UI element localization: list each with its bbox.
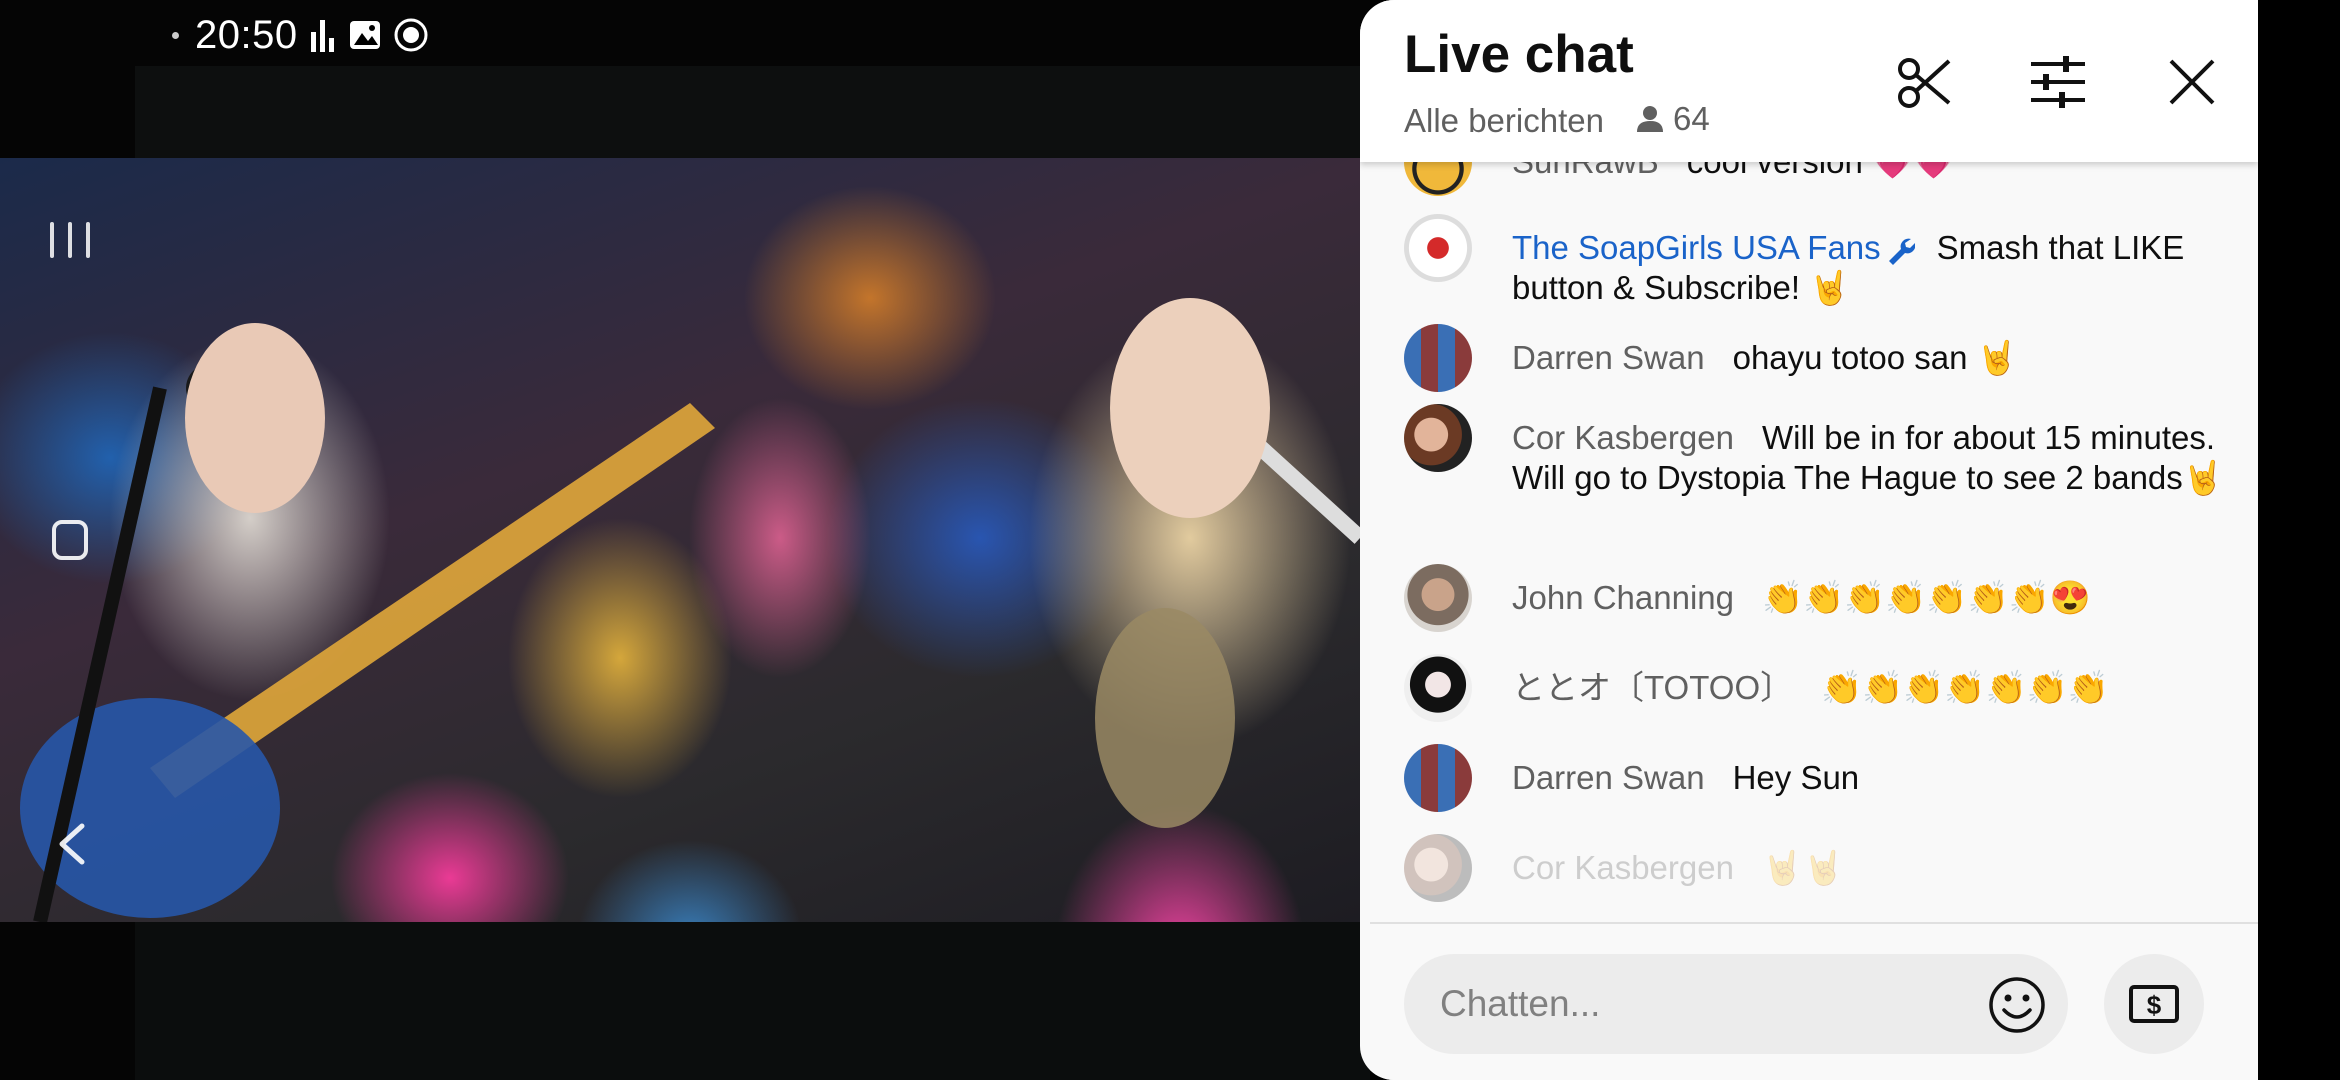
- message-author[interactable]: Cor Kasbergen: [1512, 419, 1734, 456]
- signal-bars-icon: [310, 20, 334, 52]
- avatar: [1404, 324, 1472, 392]
- chat-input[interactable]: [1438, 982, 1962, 1026]
- chat-input-container[interactable]: [1404, 954, 2068, 1054]
- message-body: Cor Kasbergen Will be in for about 15 min…: [1512, 404, 2224, 498]
- avatar: [1404, 564, 1472, 632]
- message-author[interactable]: SunRawB: [1512, 162, 1659, 180]
- message-body: Darren Swan ohayu totoo san 🤘: [1512, 324, 2224, 378]
- message-body: Cor Kasbergen 🤘🤘: [1512, 834, 2224, 888]
- chat-message[interactable]: SunRawB cool version 💗💗: [1404, 162, 2224, 196]
- message-body: John Channing 👏👏👏👏👏👏👏😍: [1512, 564, 2224, 618]
- message-author[interactable]: Darren Swan: [1512, 759, 1705, 796]
- cell-signal-icon: [2046, 20, 2068, 50]
- message-body: SunRawB cool version 💗💗: [1512, 162, 2224, 182]
- money-icon: $: [2129, 985, 2179, 1023]
- message-text: 🤘🤘: [1761, 849, 1845, 886]
- video-top-bar: [135, 66, 1370, 158]
- message-body: ととオ〔TOTOO〕 👏👏👏👏👏👏👏: [1512, 654, 2224, 708]
- sliders-icon: [2031, 56, 2085, 108]
- chat-message[interactable]: Cor Kasbergen Will be in for about 15 min…: [1404, 404, 2224, 498]
- message-text: 👏👏👏👏👏👏👏: [1821, 669, 2109, 706]
- avatar: [1404, 404, 1472, 472]
- person-icon: [1637, 106, 1663, 132]
- chat-message[interactable]: Darren Swan Hey Sun: [1404, 744, 2224, 812]
- message-author[interactable]: John Channing: [1512, 579, 1734, 616]
- chat-filter-dropdown[interactable]: Alle berichten: [1404, 102, 1604, 140]
- message-text: cool version 💗💗: [1687, 162, 1954, 180]
- viewer-count: 64: [1635, 100, 1710, 138]
- recent-apps-button[interactable]: [48, 218, 92, 262]
- viewer-count-text: 64: [1673, 100, 1710, 137]
- message-body: Darren Swan Hey Sun: [1512, 744, 2224, 798]
- chat-message[interactable]: ととオ〔TOTOO〕 👏👏👏👏👏👏👏: [1404, 654, 2224, 722]
- status-bar-right: 47%: [1890, 10, 2196, 60]
- gallery-icon: [349, 21, 380, 49]
- avatar: [1404, 834, 1472, 902]
- svg-text:$: $: [2147, 990, 2162, 1020]
- wrench-icon: [1888, 238, 1915, 266]
- live-video-frame[interactable]: [0, 158, 1360, 922]
- chat-message[interactable]: Cor Kasbergen 🤘🤘: [1404, 834, 2224, 902]
- emoji-icon[interactable]: [1988, 976, 2046, 1034]
- key-icon: [1890, 26, 1926, 44]
- avatar: [1404, 214, 1472, 282]
- message-text: ohayu totoo san 🤘: [1732, 339, 2018, 376]
- avatar: [1404, 654, 1472, 722]
- chat-message[interactable]: The SoapGirls USA Fans Smash that LIKE bu…: [1404, 214, 2224, 308]
- avatar: [1404, 162, 1472, 196]
- live-chat-panel: Live chat Alle berichten 64 The SoapGirl…: [1360, 0, 2258, 1080]
- chat-message[interactable]: John Channing 👏👏👏👏👏👏👏😍: [1404, 564, 2224, 632]
- message-author[interactable]: Darren Swan: [1512, 339, 1705, 376]
- status-time: 20:50: [195, 12, 298, 57]
- chat-footer: $: [1370, 922, 2258, 1080]
- vpn-icon: [394, 18, 428, 52]
- video-player[interactable]: [0, 0, 1370, 1080]
- scissors-icon: [1898, 58, 1951, 108]
- message-text: Hey Sun: [1732, 759, 1860, 796]
- home-button[interactable]: [52, 520, 88, 560]
- chat-message[interactable]: Darren Swan ohayu totoo san 🤘: [1404, 324, 2224, 392]
- battery-percent: 47%: [2084, 13, 2161, 56]
- chat-message-list[interactable]: SunRawB cool version 💗💗 The SoapGirls USA…: [1360, 162, 2258, 920]
- alarm-icon: [1943, 18, 1975, 51]
- message-body: The SoapGirls USA Fans Smash that LIKE bu…: [1512, 214, 2224, 308]
- status-bar-left: 20:50: [172, 10, 428, 60]
- super-chat-button[interactable]: $: [2104, 954, 2204, 1054]
- message-author[interactable]: ととオ〔TOTOO〕: [1512, 669, 1793, 706]
- video-scene: [20, 298, 1360, 922]
- avatar: [1404, 744, 1472, 812]
- wifi-icon: [1990, 20, 2030, 51]
- message-text: 👏👏👏👏👏👏👏😍: [1762, 579, 2091, 616]
- message-author[interactable]: The SoapGirls USA Fans: [1512, 229, 1881, 266]
- notification-dot: [172, 31, 179, 39]
- message-author[interactable]: Cor Kasbergen: [1512, 849, 1734, 886]
- video-bottom-bar: [135, 922, 1370, 1080]
- back-button[interactable]: [52, 822, 96, 866]
- battery-icon: [2174, 17, 2196, 53]
- chat-title: Live chat: [1404, 25, 1634, 84]
- close-icon: [2169, 59, 2215, 105]
